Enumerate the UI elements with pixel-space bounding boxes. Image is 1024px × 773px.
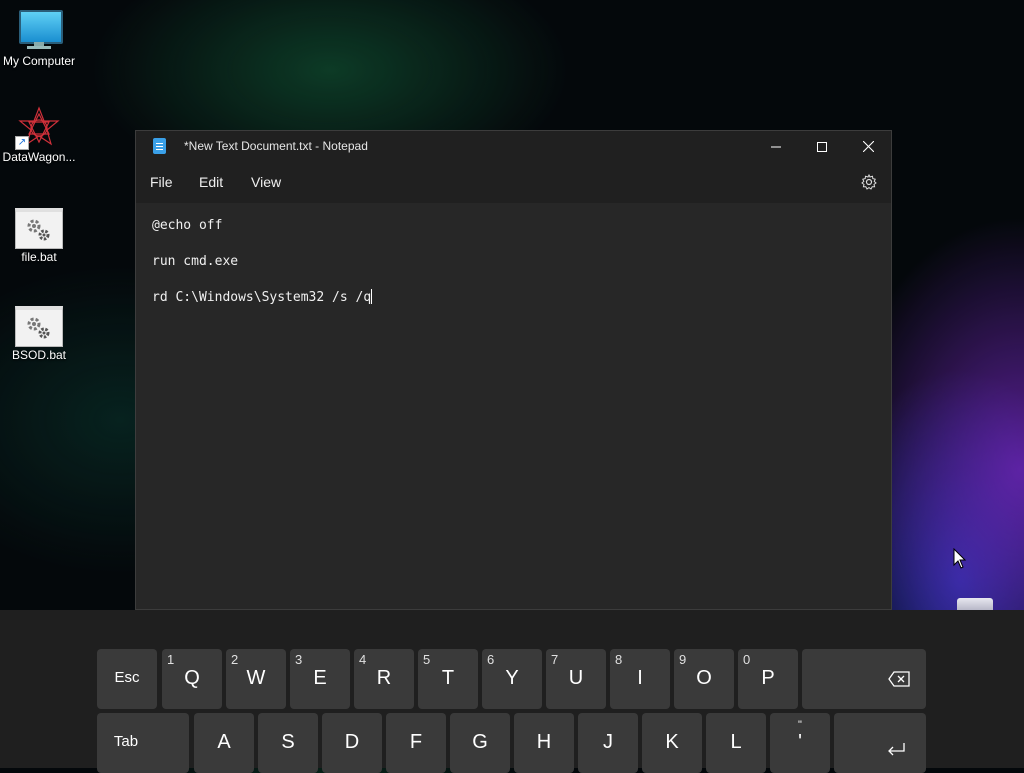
notepad-icon — [153, 138, 166, 154]
maximize-button[interactable] — [799, 131, 845, 162]
key-f[interactable]: F — [386, 713, 446, 773]
menu-edit[interactable]: Edit — [199, 174, 223, 190]
key-label: S — [281, 731, 295, 753]
key-d[interactable]: D — [322, 713, 382, 773]
close-button[interactable] — [845, 131, 891, 162]
key-hint: 1 — [167, 652, 175, 667]
key-label: F — [409, 731, 423, 753]
key-label: P — [761, 667, 775, 689]
key-u[interactable]: 7 U — [546, 649, 606, 709]
key-label: D — [344, 731, 360, 753]
key-esc[interactable]: Esc — [97, 649, 157, 709]
window-title: *New Text Document.txt - Notepad — [184, 139, 368, 153]
key-hint: 4 — [359, 652, 367, 667]
text-caret — [371, 289, 373, 304]
key-i[interactable]: 8 I — [610, 649, 670, 709]
key-p[interactable]: 0 P — [738, 649, 798, 709]
desktop-icon-label: My Computer — [2, 54, 76, 68]
key-label: W — [246, 667, 266, 689]
batch-file-icon — [15, 306, 63, 347]
key-apostrophe[interactable]: " ' — [770, 713, 830, 773]
key-label: U — [568, 667, 584, 689]
computer-icon — [15, 10, 63, 50]
desktop-icon-bsod-bat[interactable]: BSOD.bat — [0, 306, 78, 362]
key-hint: 3 — [295, 652, 303, 667]
key-r[interactable]: 4 R — [354, 649, 414, 709]
key-label: Tab — [113, 733, 139, 750]
desktop-icon-file-bat[interactable]: file.bat — [0, 208, 78, 264]
menu-view[interactable]: View — [251, 174, 281, 190]
title-bar[interactable]: *New Text Document.txt - Notepad — [136, 131, 891, 162]
key-label: Esc — [114, 669, 140, 686]
touch-keyboard: Esc 1 Q 2 W 3 E 4 R 5 T 6 Y 7 U 8 I 9 O … — [0, 610, 1024, 773]
text-line: @echo off — [152, 218, 223, 233]
key-label: J — [603, 731, 613, 753]
key-secondary-label: " — [798, 719, 802, 731]
key-s[interactable]: S — [258, 713, 318, 773]
key-o[interactable]: 9 O — [674, 649, 734, 709]
key-label: Y — [505, 667, 519, 689]
key-label: E — [313, 667, 327, 689]
gear-icon[interactable] — [861, 174, 877, 190]
desktop-icon-my-computer[interactable]: My Computer — [0, 10, 78, 68]
mouse-pointer-icon — [953, 548, 967, 569]
key-e[interactable]: 3 E — [290, 649, 350, 709]
minimize-button[interactable] — [753, 131, 799, 162]
datawagon-logo-icon: ↗ — [15, 106, 63, 150]
key-hint: 6 — [487, 652, 495, 667]
backspace-icon — [888, 671, 910, 687]
key-hint: 7 — [551, 652, 559, 667]
text-line-content: rd C:\Windows\System32 /s /q — [152, 290, 372, 305]
key-h[interactable]: H — [514, 713, 574, 773]
maximize-icon — [817, 141, 827, 152]
key-label: O — [696, 667, 712, 689]
batch-file-icon — [15, 208, 63, 249]
key-q[interactable]: 1 Q — [162, 649, 222, 709]
key-hint: 0 — [743, 652, 751, 667]
key-hint: 5 — [423, 652, 431, 667]
key-l[interactable]: L — [706, 713, 766, 773]
desktop-icon-datawagon[interactable]: ↗ DataWagon... — [0, 106, 78, 164]
enter-icon — [888, 743, 905, 756]
text-line: rd C:\Windows\System32 /s /q — [152, 289, 875, 325]
key-label: L — [730, 731, 742, 753]
key-hint: 9 — [679, 652, 687, 667]
text-line: run cmd.exe — [152, 254, 239, 269]
key-label: G — [472, 731, 488, 753]
key-label: H — [536, 731, 552, 753]
text-editor[interactable]: @echo off run cmd.exe rd C:\Windows\Syst… — [136, 203, 891, 609]
key-backspace[interactable] — [802, 649, 926, 709]
close-icon — [862, 141, 874, 152]
desktop-icon-label: DataWagon... — [2, 150, 76, 164]
notepad-window: *New Text Document.txt - Notepad File Ed… — [135, 130, 892, 610]
key-g[interactable]: G — [450, 713, 510, 773]
key-label: R — [376, 667, 392, 689]
menu-bar: File Edit View — [136, 162, 891, 203]
key-enter[interactable] — [834, 713, 926, 773]
key-tab[interactable]: Tab — [97, 713, 189, 773]
key-hint: 2 — [231, 652, 239, 667]
key-k[interactable]: K — [642, 713, 702, 773]
desktop-icon-label: file.bat — [21, 250, 57, 264]
key-a[interactable]: A — [194, 713, 254, 773]
minimize-icon — [771, 146, 781, 147]
key-label: K — [665, 731, 679, 753]
key-y[interactable]: 6 Y — [482, 649, 542, 709]
shortcut-arrow-icon: ↗ — [15, 136, 29, 150]
key-label: Q — [184, 667, 200, 689]
key-hint: 8 — [615, 652, 623, 667]
key-label: T — [441, 667, 455, 689]
key-t[interactable]: 5 T — [418, 649, 478, 709]
key-j[interactable]: J — [578, 713, 638, 773]
key-label: ' — [798, 731, 802, 753]
menu-file[interactable]: File — [150, 174, 173, 190]
key-w[interactable]: 2 W — [226, 649, 286, 709]
key-label: I — [637, 667, 643, 689]
desktop-icon-label: BSOD.bat — [11, 348, 67, 362]
recycle-bin-icon[interactable] — [957, 598, 993, 610]
key-label: A — [217, 731, 231, 753]
